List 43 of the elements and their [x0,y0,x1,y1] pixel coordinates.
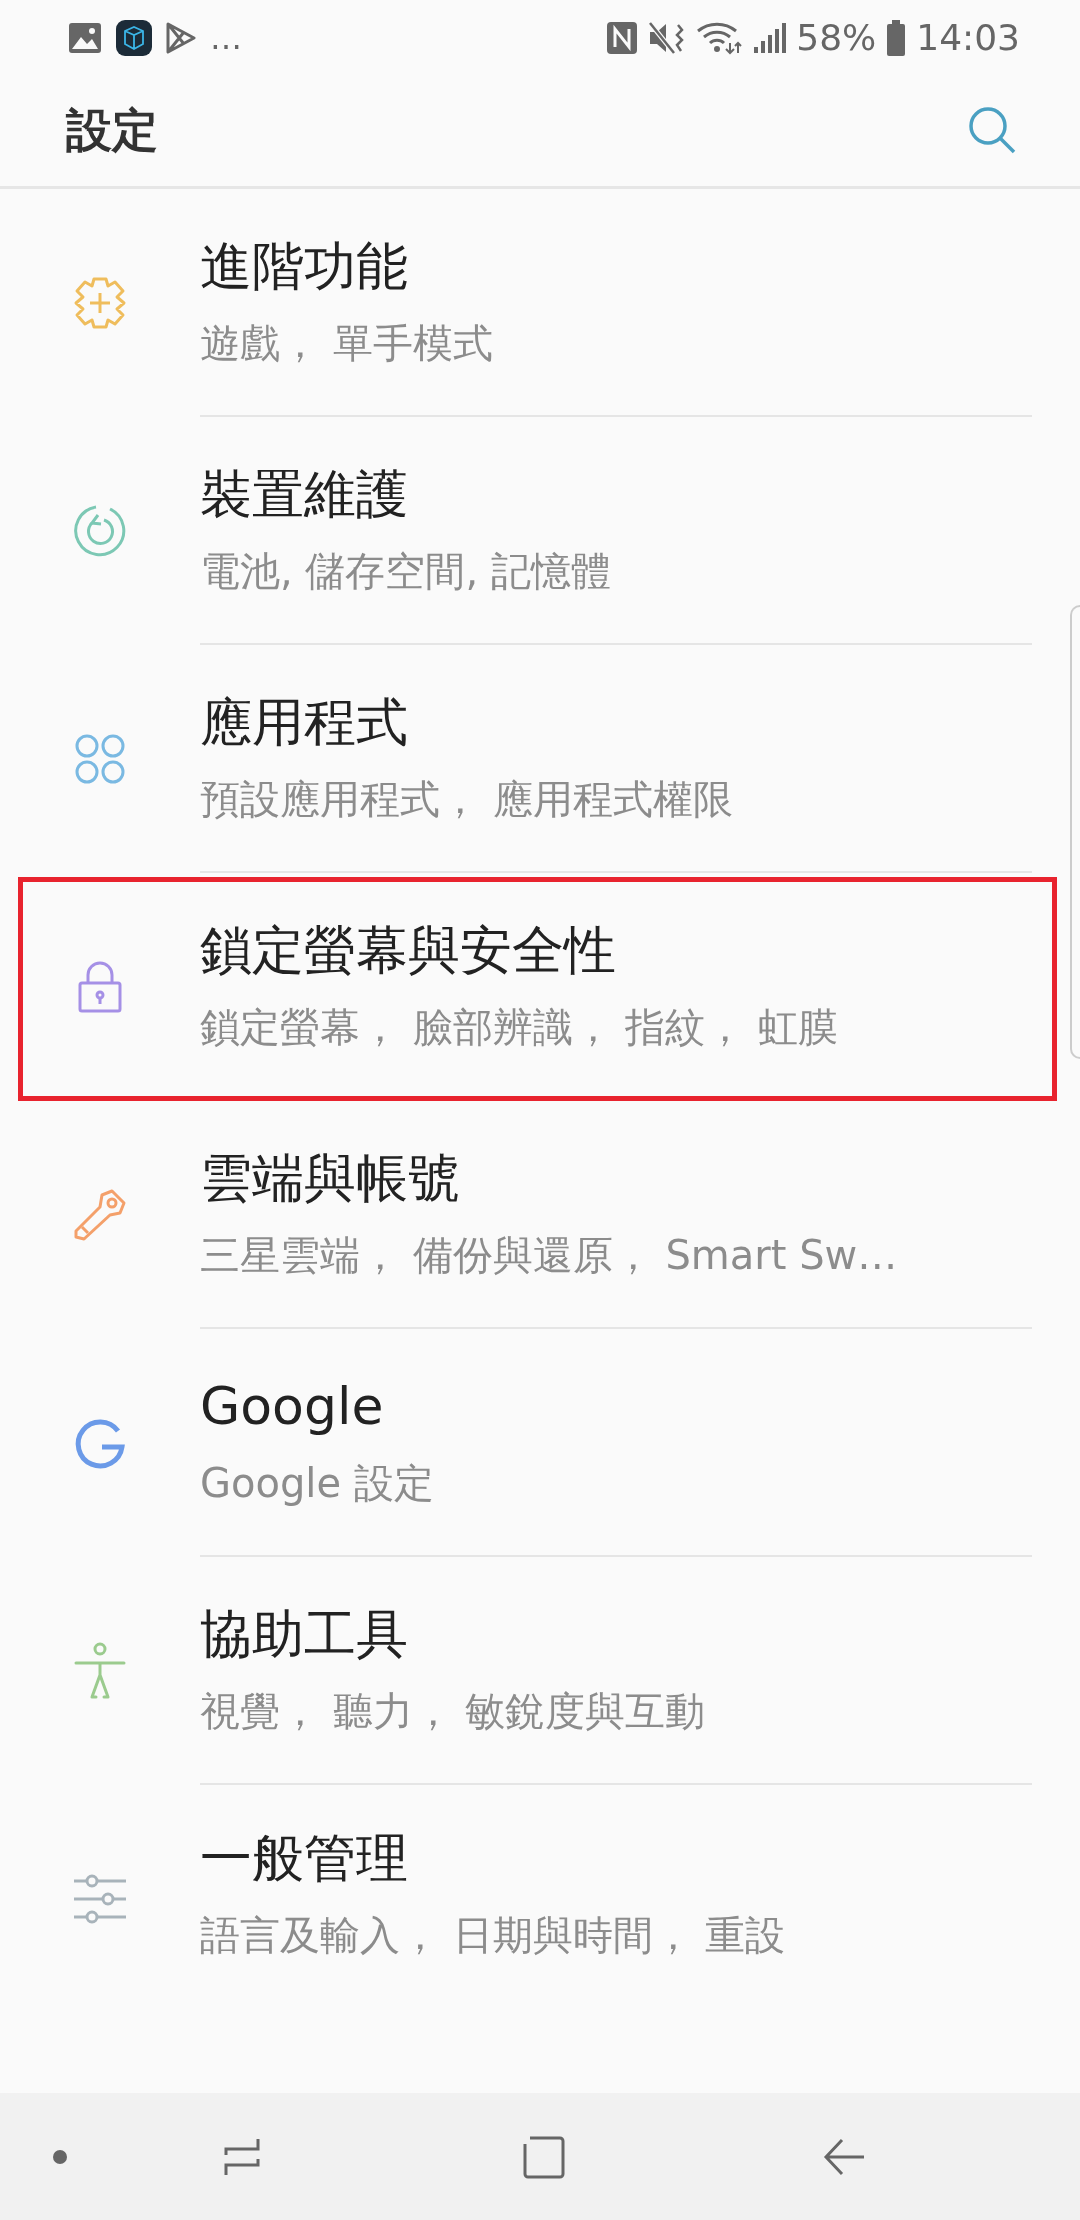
settings-item[interactable]: 應用程式 預設應用程式， 應用程式權限 [0,645,1080,873]
accessibility-icon [74,1642,126,1699]
battery-icon [886,19,907,56]
settings-item[interactable]: 協助工具 視覺， 聽力， 敏銳度與互動 [0,1557,1080,1785]
refresh-icon [74,505,126,557]
settings-item[interactable]: 雲端與帳號 三星雲端， 備份與還原， Smart Sw… [0,1101,1080,1329]
settings-item[interactable]: 裝置維護 電池, 儲存空間, 記憶體 [0,417,1080,645]
clock: 14:03 [916,17,1020,58]
item-subtitle: 鎖定螢幕， 臉部辨識， 指紋， 虹膜 [200,1002,839,1052]
key-icon [74,1189,126,1241]
page-title: 設定 [66,101,158,159]
lock-icon [78,961,122,1013]
item-title: 進階功能 [200,235,408,299]
item-title: 雲端與帳號 [200,1147,460,1211]
settings-item[interactable]: 一般管理 語言及輸入， 日期與時間， 重設 [0,1785,1080,2013]
gear-plus-icon [74,277,126,329]
item-subtitle: 預設應用程式， 應用程式權限 [200,774,733,824]
settings-item[interactable]: Google Google 設定 [0,1329,1080,1557]
nfc-icon [606,20,639,55]
signal-icon [752,20,787,55]
item-subtitle: 視覺， 聽力， 敏銳度與互動 [200,1686,706,1736]
item-subtitle: 電池, 儲存空間, 記憶體 [200,546,611,596]
item-title: 裝置維護 [200,463,408,527]
wifi-icon [696,20,743,55]
cube-app-icon [116,19,152,56]
item-title: 協助工具 [200,1603,408,1667]
item-subtitle: 三星雲端， 備份與還原， Smart Sw… [200,1230,898,1280]
settings-item[interactable]: 進階功能 遊戲， 單手模式 [0,189,1080,417]
item-subtitle: 遊戲， 單手模式 [200,318,493,368]
item-title: 鎖定螢幕與安全性 [200,919,616,983]
item-title: 應用程式 [200,691,408,755]
settings-item[interactable]: 鎖定螢幕與安全性 鎖定螢幕， 臉部辨識， 指紋， 虹膜 [0,873,1080,1101]
apps-icon [75,734,125,784]
item-title: 一般管理 [200,1827,408,1890]
more-notifications: … [210,18,242,57]
item-subtitle: Google 設定 [200,1458,434,1508]
gallery-icon [68,21,102,54]
play-icon [166,21,196,54]
battery-percentage: 58% [796,17,877,58]
item-title: Google [200,1375,384,1439]
sliders-icon [72,1874,128,1924]
google-icon [75,1419,125,1469]
item-subtitle: 語言及輸入， 日期與時間， 重設 [200,1910,786,1960]
